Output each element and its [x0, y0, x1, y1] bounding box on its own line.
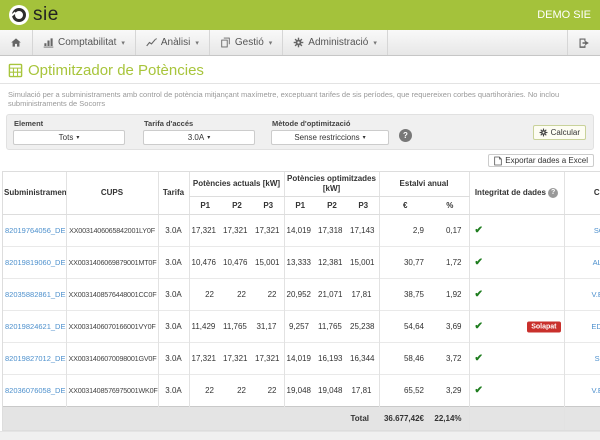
- element-link[interactable]: S1: [595, 354, 600, 363]
- check-icon: ✔: [475, 321, 483, 332]
- col-cups: CUPS: [66, 172, 158, 215]
- nav-administracio[interactable]: Administració ▾: [283, 30, 388, 55]
- table-row: 82036076058_DEM XX0031408576975001WK0F 3…: [3, 375, 600, 407]
- filter-panel: Element Tots ▾ Tarifa d'accés 3.0A ▾ Mèt…: [6, 114, 594, 150]
- table-row: 82035882861_DEM XX0031408576448001CC0F 3…: [3, 279, 600, 311]
- element-filter-label: Element: [14, 119, 125, 128]
- col-potencies-optimitzades: Potències optimitzades [kW]: [284, 172, 379, 197]
- logo[interactable]: sie: [9, 4, 59, 26]
- total-eur: 36.677,42€: [379, 407, 431, 431]
- export-excel-button[interactable]: Exportar dades a Excel: [488, 154, 594, 167]
- element-select[interactable]: Tots ▾: [13, 130, 125, 145]
- nav-item-label: Comptabilitat: [58, 37, 116, 48]
- check-icon: ✔: [475, 385, 483, 396]
- metode-select-value: Sense restriccions: [294, 133, 359, 142]
- page-description: Simulació per a subministraments amb con…: [0, 84, 600, 112]
- integritat-help-icon[interactable]: ?: [548, 188, 558, 198]
- chevron-down-icon: ▾: [363, 134, 366, 141]
- footer-strip: [0, 431, 600, 440]
- nav-analisi[interactable]: Anàlisi ▾: [136, 30, 210, 55]
- chevron-down-icon: ▾: [195, 39, 199, 47]
- logo-text: sie: [33, 4, 59, 26]
- subministrament-link[interactable]: 82036076058_DEM: [5, 386, 66, 395]
- table-row: 82019827012_DEM XX0031406070098001GV0F 3…: [3, 343, 600, 375]
- col-cutoff: Co: [564, 172, 600, 215]
- calcular-button[interactable]: Calcular: [533, 125, 586, 140]
- bar-chart-icon: [43, 37, 54, 48]
- total-row: Total 36.677,42€ 22,14%: [3, 407, 600, 431]
- tarifa-select-value: 3.0A: [188, 133, 204, 142]
- cups-value: XX0031408576448001CC0F: [66, 279, 158, 311]
- check-icon: ✔: [475, 225, 483, 236]
- chevron-down-icon: ▾: [121, 39, 125, 47]
- calcular-label: Calcular: [551, 128, 580, 137]
- main-nav: Comptabilitat ▾ Anàlisi ▾ Gestió ▾ Admin…: [0, 30, 600, 56]
- check-icon: ✔: [475, 353, 483, 364]
- line-chart-icon: [146, 37, 157, 48]
- total-label: Total: [3, 407, 379, 431]
- element-link[interactable]: V.E_: [591, 386, 600, 395]
- page-header: Optimitzador de Potències: [0, 56, 600, 84]
- pages-icon: [220, 37, 231, 48]
- col-subministrament: Subministrament: [3, 172, 66, 215]
- check-icon: ✔: [475, 289, 483, 300]
- col-potencies-actuals: Potències actuals [kW]: [189, 172, 284, 197]
- table-row: 82019819060_DEM XX0031406069879001MT0F 3…: [3, 247, 600, 279]
- chevron-down-icon: ▾: [207, 134, 210, 141]
- subministrament-link[interactable]: 82035882861_DEM: [5, 290, 66, 299]
- table-row: 82019824621_DEM XX0031406070166001VY0F 3…: [3, 311, 600, 343]
- chevron-down-icon: ▾: [269, 39, 273, 47]
- element-link[interactable]: V.E_: [591, 290, 600, 299]
- export-excel-label: Exportar dades a Excel: [505, 156, 588, 165]
- sie-logo-icon: [9, 5, 29, 25]
- tarifa-select[interactable]: 3.0A ▾: [143, 130, 255, 145]
- home-icon: [10, 37, 22, 48]
- element-link[interactable]: SO: [594, 226, 600, 235]
- page-title: Optimitzador de Potències: [28, 62, 204, 79]
- results-table-wrap: Subministrament CUPS Tarifa Potències ac…: [2, 171, 600, 431]
- col-tarifa: Tarifa: [158, 172, 189, 215]
- gear-icon: [539, 128, 548, 137]
- table-row: 82019764056_DEM XX0031406065842001LY0F 3…: [3, 215, 600, 247]
- tarifa-filter-label: Tarifa d'accés: [144, 119, 255, 128]
- nav-item-label: Gestió: [235, 37, 264, 48]
- results-table: Subministrament CUPS Tarifa Potències ac…: [3, 172, 600, 430]
- nav-gestio[interactable]: Gestió ▾: [210, 30, 283, 55]
- subministrament-link[interactable]: 82019827012_DEM: [5, 354, 66, 363]
- cups-value: XX0031406070166001VY0F: [66, 311, 158, 343]
- cups-value: XX0031408576975001WK0F: [66, 375, 158, 407]
- nav-item-label: Administració: [308, 37, 368, 48]
- gears-icon: [293, 37, 304, 48]
- subministrament-link[interactable]: 82019764056_DEM: [5, 226, 66, 235]
- document-icon: [494, 156, 502, 166]
- solapat-badge: Solapat: [527, 321, 560, 332]
- cups-value: XX0031406070098001GV0F: [66, 343, 158, 375]
- metode-filter-label: Mètode d'optimització: [272, 119, 389, 128]
- logout-button[interactable]: [567, 30, 600, 55]
- home-button[interactable]: [0, 30, 33, 55]
- metode-help-icon[interactable]: ?: [399, 129, 412, 142]
- subministrament-link[interactable]: 82019819060_DEM: [5, 258, 66, 267]
- logout-icon: [578, 37, 590, 49]
- element-select-value: Tots: [59, 133, 74, 142]
- col-estalvi-anual: Estalvi anual: [379, 172, 469, 197]
- subministrament-link[interactable]: 82019824621_DEM: [5, 322, 66, 331]
- app-window: sie DEMO SIE Comptabilitat ▾ Anàlisi ▾ G…: [0, 0, 600, 440]
- environment-label: DEMO SIE: [537, 9, 591, 21]
- col-integritat: Integritat de dades ?: [469, 172, 564, 215]
- element-link[interactable]: EDU: [591, 322, 600, 331]
- element-link[interactable]: ALT: [593, 258, 600, 267]
- cups-value: XX0031406069879001MT0F: [66, 247, 158, 279]
- total-pct: 22,14%: [431, 407, 469, 431]
- app-header: sie DEMO SIE: [0, 0, 600, 30]
- nav-item-label: Anàlisi: [161, 37, 190, 48]
- chevron-down-icon: ▾: [76, 134, 79, 141]
- cups-value: XX0031406065842001LY0F: [66, 215, 158, 247]
- check-icon: ✔: [475, 257, 483, 268]
- nav-comptabilitat[interactable]: Comptabilitat ▾: [33, 30, 136, 55]
- chevron-down-icon: ▾: [373, 39, 377, 47]
- metode-select[interactable]: Sense restriccions ▾: [271, 130, 389, 145]
- calculator-icon: [8, 63, 23, 78]
